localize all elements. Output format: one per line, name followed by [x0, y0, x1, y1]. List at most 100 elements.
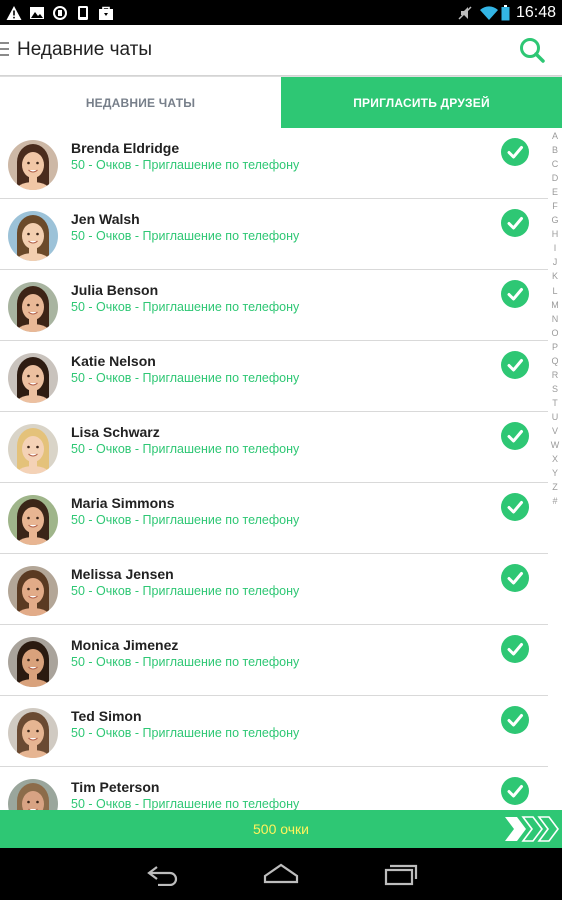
triple-chevron-right-icon[interactable] [502, 816, 560, 842]
alphabet-letter[interactable]: I [554, 241, 557, 255]
alphabet-letter[interactable]: U [552, 410, 559, 424]
contact-row[interactable]: Lisa Schwarz 50 - Очков - Приглашение по … [0, 412, 548, 483]
mute-icon [457, 5, 473, 21]
contact-avatar [8, 282, 58, 332]
alphabet-letter[interactable]: K [552, 269, 558, 283]
status-bar: 16:48 [0, 0, 562, 25]
alphabet-letter[interactable]: C [552, 157, 559, 171]
contact-points-subtitle: 50 - Очков - Приглашение по телефону [71, 513, 300, 527]
checkmark-icon[interactable] [501, 635, 529, 663]
image-icon [29, 5, 45, 21]
contact-row[interactable]: Jen Walsh 50 - Очков - Приглашение по тел… [0, 199, 548, 270]
alphabet-letter[interactable]: R [552, 368, 559, 382]
contact-avatar [8, 779, 58, 810]
contact-row[interactable]: Brenda Eldridge 50 - Очков - Приглашение … [0, 128, 548, 199]
system-nav-bar [0, 848, 562, 900]
alphabet-letter[interactable]: V [552, 424, 558, 438]
alphabet-letter[interactable]: W [551, 438, 560, 452]
tab-recent-chats[interactable]: НЕДАВНИЕ ЧАТЫ [0, 77, 281, 128]
alphabet-letter[interactable]: L [552, 284, 557, 298]
status-time: 16:48 [515, 3, 556, 21]
alphabet-letter[interactable]: O [551, 326, 558, 340]
checkmark-icon[interactable] [501, 138, 529, 166]
alphabet-letter[interactable]: G [551, 213, 558, 227]
sync-icon [52, 5, 68, 21]
alphabet-letter[interactable]: E [552, 185, 558, 199]
contact-avatar [8, 708, 58, 758]
alphabet-letter[interactable]: Y [552, 466, 558, 480]
contact-name: Katie Nelson [71, 353, 156, 369]
contact-name: Brenda Eldridge [71, 140, 180, 156]
contact-name: Monica Jimenez [71, 637, 179, 653]
shopping-bag-icon [98, 5, 114, 21]
contact-name: Ted Simon [71, 708, 142, 724]
contact-points-subtitle: 50 - Очков - Приглашение по телефону [71, 300, 300, 314]
tab-bar: НЕДАВНИЕ ЧАТЫ ПРИГЛАСИТЬ ДРУЗЕЙ [0, 77, 562, 128]
home-icon[interactable] [263, 862, 299, 886]
contact-row[interactable]: Melissa Jensen 50 - Очков - Приглашение п… [0, 554, 548, 625]
checkmark-icon[interactable] [501, 422, 529, 450]
contact-row[interactable]: Tim Peterson 50 - Очков - Приглашение по … [0, 767, 548, 810]
contact-row[interactable]: Maria Simmons 50 - Очков - Приглашение по… [0, 483, 548, 554]
alphabet-letter[interactable]: J [553, 255, 558, 269]
contact-row[interactable]: Monica Jimenez 50 - Очков - Приглашение п… [0, 625, 548, 696]
contact-name: Julia Benson [71, 282, 159, 298]
phone-icon [75, 5, 91, 21]
contact-avatar [8, 637, 58, 687]
alphabet-letter[interactable]: A [552, 129, 558, 143]
recent-apps-icon[interactable] [384, 862, 418, 886]
alphabet-letter[interactable]: # [552, 494, 557, 508]
checkmark-icon[interactable] [501, 493, 529, 521]
alphabet-index[interactable]: A B C D E F G H I J K L M N O P Q R S T U V W X Y Z # [548, 129, 562, 508]
back-icon[interactable] [146, 862, 180, 887]
contact-avatar [8, 495, 58, 545]
alphabet-letter[interactable]: M [551, 298, 559, 312]
points-bar: 500 очки [0, 810, 562, 848]
contact-avatar [8, 140, 58, 190]
contact-row[interactable]: Julia Benson 50 - Очков - Приглашение по … [0, 270, 548, 341]
alphabet-letter[interactable]: N [552, 312, 559, 326]
contact-name: Maria Simmons [71, 495, 175, 511]
contact-avatar [8, 424, 58, 474]
status-system: 16:48 [457, 0, 556, 25]
contact-points-subtitle: 50 - Очков - Приглашение по телефону [71, 229, 300, 243]
contact-avatar [8, 211, 58, 261]
hamburger-icon[interactable] [0, 42, 10, 58]
alphabet-letter[interactable]: Q [551, 354, 558, 368]
contact-list[interactable]: Brenda Eldridge 50 - Очков - Приглашение … [0, 128, 548, 810]
contact-points-subtitle: 50 - Очков - Приглашение по телефону [71, 584, 300, 598]
alphabet-letter[interactable]: S [552, 382, 558, 396]
checkmark-icon[interactable] [501, 777, 529, 805]
checkmark-icon[interactable] [501, 280, 529, 308]
alphabet-letter[interactable]: D [552, 171, 559, 185]
tab-invite-friends[interactable]: ПРИГЛАСИТЬ ДРУЗЕЙ [281, 77, 562, 128]
checkmark-icon[interactable] [501, 564, 529, 592]
contact-name: Lisa Schwarz [71, 424, 160, 440]
checkmark-icon[interactable] [501, 209, 529, 237]
checkmark-icon[interactable] [501, 706, 529, 734]
alphabet-letter[interactable]: P [552, 340, 558, 354]
contact-points-subtitle: 50 - Очков - Приглашение по телефону [71, 158, 300, 172]
contact-avatar [8, 566, 58, 616]
status-notifications [6, 3, 114, 22]
alphabet-letter[interactable]: F [552, 199, 558, 213]
alphabet-letter[interactable]: Z [552, 480, 558, 494]
contact-row[interactable]: Ted Simon 50 - Очков - Приглашение по тел… [0, 696, 548, 767]
contact-name: Jen Walsh [71, 211, 140, 227]
search-icon[interactable] [518, 36, 546, 64]
warning-icon [6, 5, 22, 21]
contact-points-subtitle: 50 - Очков - Приглашение по телефону [71, 797, 300, 810]
contact-avatar [8, 353, 58, 403]
alphabet-letter[interactable]: X [552, 452, 558, 466]
battery-icon [501, 4, 510, 21]
contact-row[interactable]: Katie Nelson 50 - Очков - Приглашение по … [0, 341, 548, 412]
alphabet-letter[interactable]: T [552, 396, 558, 410]
points-label: 500 очки [253, 821, 309, 837]
contact-points-subtitle: 50 - Очков - Приглашение по телефону [71, 655, 300, 669]
contact-name: Melissa Jensen [71, 566, 174, 582]
contact-points-subtitle: 50 - Очков - Приглашение по телефону [71, 371, 300, 385]
contact-name: Tim Peterson [71, 779, 160, 795]
alphabet-letter[interactable]: H [552, 227, 559, 241]
alphabet-letter[interactable]: B [552, 143, 558, 157]
checkmark-icon[interactable] [501, 351, 529, 379]
